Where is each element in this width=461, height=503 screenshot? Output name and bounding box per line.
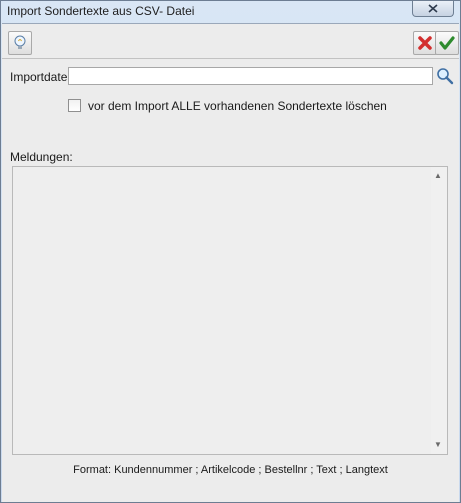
format-hint: Format: Kundennummer ; Artikelcode ; Bes… <box>73 464 388 476</box>
scroll-down-icon[interactable]: ▼ <box>434 440 442 450</box>
import-file-label: Importdatei <box>10 70 71 84</box>
lightbulb-icon <box>14 35 26 49</box>
close-window-button[interactable] <box>412 1 454 17</box>
dialog-window: Import Sondertexte aus CSV- Datei Import… <box>0 0 461 503</box>
scroll-up-icon[interactable]: ▲ <box>434 171 442 181</box>
messages-box[interactable]: ▲ ▼ <box>12 166 448 455</box>
red-x-icon <box>418 36 432 50</box>
green-check-icon <box>439 36 455 50</box>
search-icon <box>437 68 454 85</box>
window-title: Import Sondertexte aus CSV- Datei <box>7 4 195 18</box>
ok-button[interactable] <box>435 31 459 55</box>
close-icon <box>428 4 438 13</box>
dialog-content: Importdatei vor dem Import ALLE vorhande… <box>2 23 459 502</box>
import-file-input[interactable] <box>68 67 433 85</box>
messages-scrollbar[interactable]: ▲ ▼ <box>431 167 447 454</box>
browse-button[interactable] <box>435 66 455 86</box>
info-button[interactable] <box>8 31 32 55</box>
toolbar <box>2 24 459 59</box>
delete-existing-label: vor dem Import ALLE vorhandenen Sonderte… <box>88 99 387 113</box>
title-bar[interactable]: Import Sondertexte aus CSV- Datei <box>1 1 460 21</box>
messages-label: Meldungen: <box>10 150 73 164</box>
cancel-button[interactable] <box>413 31 437 55</box>
delete-existing-checkbox[interactable] <box>68 99 81 112</box>
